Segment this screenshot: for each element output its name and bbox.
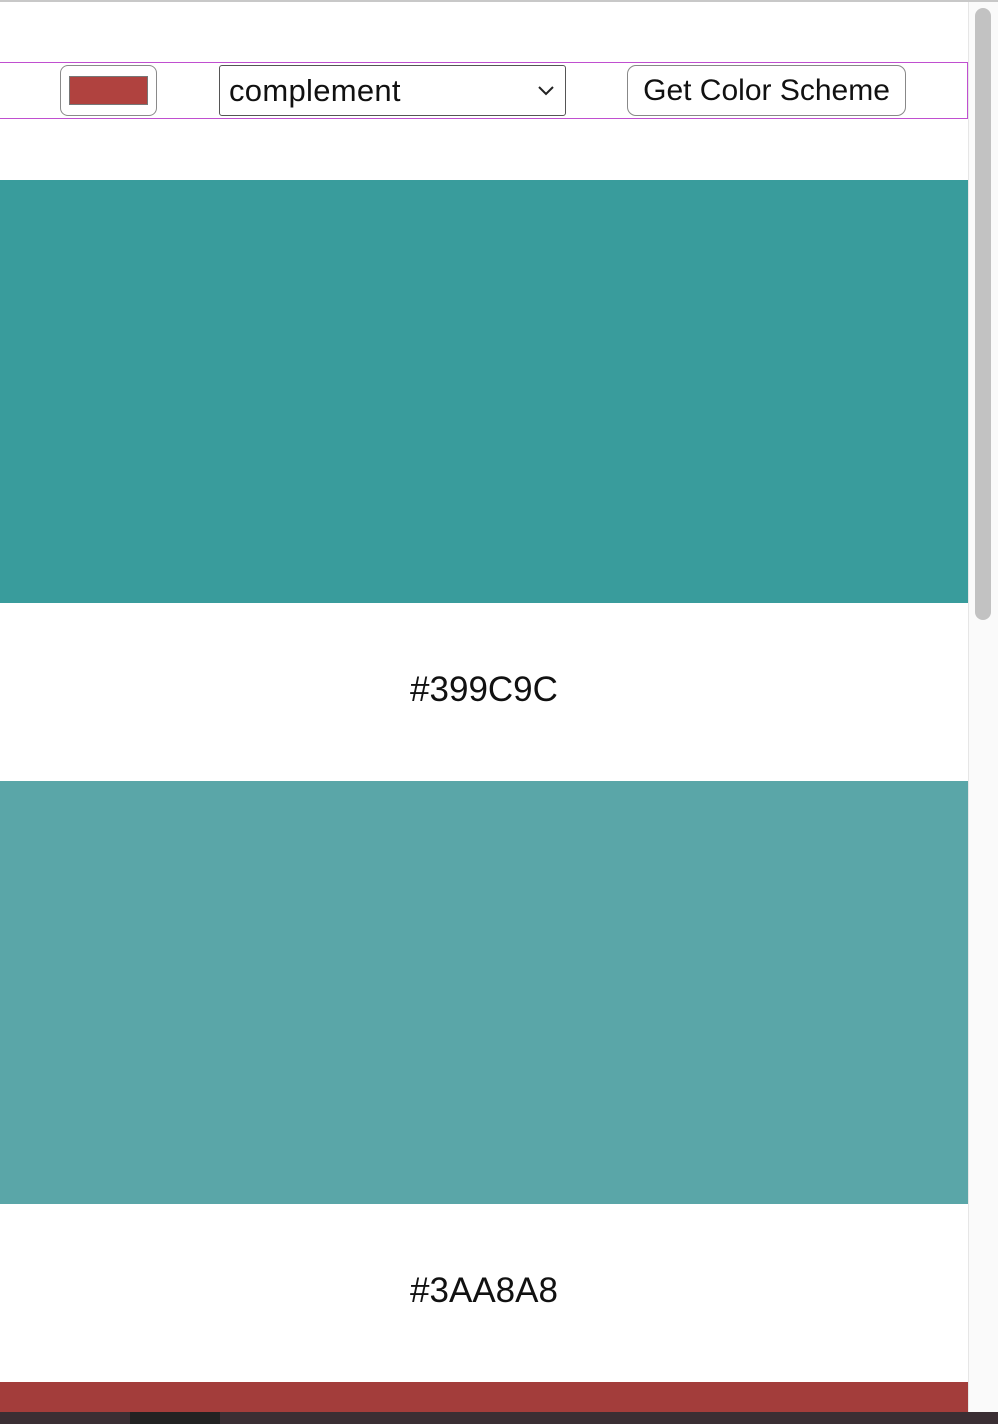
scrollbar-thumb[interactable] [975, 8, 991, 620]
desktop-background-strip [0, 1412, 998, 1424]
seed-color-picker[interactable] [60, 65, 157, 116]
seed-color-swatch [69, 76, 148, 105]
color-hex-label-1: #399C9C [410, 670, 558, 709]
get-color-scheme-button[interactable]: Get Color Scheme [627, 65, 906, 116]
color-swatch-1 [0, 180, 968, 603]
desktop-figure [130, 1412, 220, 1424]
chevron-down-icon [538, 86, 554, 96]
color-hex-label-2: #3AA8A8 [410, 1271, 558, 1310]
page-viewport: complement Get Color Scheme #399C9C #3AA… [0, 2, 968, 1424]
scheme-mode-value: complement [229, 73, 401, 108]
scheme-mode-select[interactable]: complement [219, 65, 566, 116]
scheme-controls: complement Get Color Scheme [0, 62, 968, 119]
color-swatch-2 [0, 781, 968, 1204]
